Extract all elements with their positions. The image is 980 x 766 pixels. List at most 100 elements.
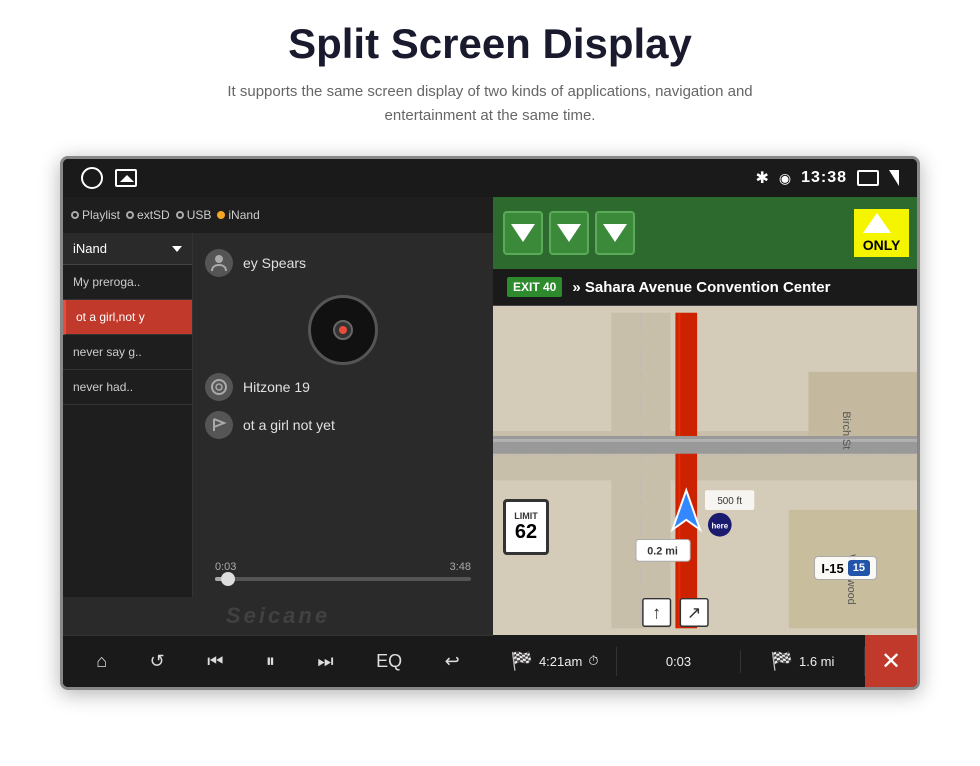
artist-row: ey Spears [205,249,481,277]
map-area: Birch St Westwood here 0.2 mi 500 ft [493,306,917,635]
album-icon [205,373,233,401]
map-svg: Birch St Westwood here 0.2 mi 500 ft [493,306,917,635]
track-row: ot a girl not yet [205,411,481,439]
status-time: 13:38 [801,169,847,187]
nav-arrows [493,197,645,269]
back-button[interactable]: ↩ [435,645,470,678]
page-title: Split Screen Display [288,20,692,68]
source-selector-label: iNand [73,241,107,256]
tab-extsd[interactable]: extSD [126,208,170,222]
nav-bottom-bar: 🏁 4:21am ⏱ 0:03 🏁 1.6 mi ✕ [493,635,917,687]
playlist-item-3[interactable]: never had.. [63,370,192,405]
image-icon [115,169,137,187]
now-playing: ey Spears [193,233,493,597]
split-area: Playlist extSD USB iNand [63,197,917,687]
tab-label-inand: iNand [228,208,259,222]
nav-arrow-1 [503,211,543,255]
source-tabs: Playlist extSD USB iNand [63,197,493,233]
album-art-dot [339,326,347,334]
progress-bar[interactable] [215,577,471,581]
album-row: Hitzone 19 [205,373,481,401]
nav-top-sign: ONLY [493,197,917,269]
artist-icon [205,249,233,277]
tab-label-usb: USB [187,208,212,222]
highway-shield: 15 [848,560,870,576]
speed-limit-label: LIMIT [514,511,538,521]
location-icon: ◉ [779,170,791,187]
page-subtitle: It supports the same screen display of t… [220,80,760,128]
next-button[interactable]: ⏭ [307,645,343,678]
tab-inand[interactable]: iNand [217,208,259,222]
arrow-down-icon-2 [557,224,581,242]
clock-icon: ⏱ [588,653,598,669]
device-frame: ✱ ◉ 13:38 Playlist extSD [60,156,920,690]
album-art [308,295,378,365]
status-left [81,167,137,189]
svg-text:↗: ↗ [687,602,702,622]
album-art-inner [333,320,353,340]
chevron-down-icon [172,246,182,252]
svg-text:0.2 mi: 0.2 mi [647,545,678,557]
birch-st-label: Birch St [840,411,852,449]
repeat-button[interactable]: ↺ [140,645,175,678]
play-pause-button[interactable]: ⏸ [256,645,285,678]
music-content: iNand My preroga.. ot a girl,not y never… [63,233,493,597]
speed-number: 62 [515,521,537,544]
only-arrow-icon [863,213,891,233]
prev-button[interactable]: ⏮ [197,645,233,678]
tab-dot-playlist [71,211,79,219]
highway-text: I-15 [821,561,843,576]
flag-icon-2: 🏁 [771,651,793,672]
artist-name: ey Spears [243,255,306,271]
tab-label-playlist: Playlist [82,208,120,222]
highway-badge: I-15 15 [814,556,877,580]
album-name: Hitzone 19 [243,379,310,395]
svg-text:500 ft: 500 ft [717,496,742,507]
svg-text:here: here [711,522,728,531]
exit-text: » Sahara Avenue Convention Center [572,279,830,296]
music-panel: Playlist extSD USB iNand [63,197,493,687]
only-box: ONLY [854,209,909,257]
nav-eta: 🏁 4:21am ⏱ [493,647,617,676]
circle-icon [81,167,103,189]
close-button[interactable]: ✕ [865,635,917,687]
nav-exit-banner: EXIT 40 » Sahara Avenue Convention Cente… [493,269,917,306]
nav-arrow-3 [595,211,635,255]
status-right: ✱ ◉ 13:38 [755,168,899,188]
arrow-down-icon-3 [603,224,627,242]
progress-total: 3:48 [450,561,471,573]
status-bar: ✱ ◉ 13:38 [63,159,917,197]
nav-elapsed: 0:03 [617,650,741,673]
back-icon [889,170,899,186]
tab-dot-inand [217,211,225,219]
svg-text:↑: ↑ [652,602,661,622]
progress-times: 0:03 3:48 [215,561,471,573]
nav-remaining-value: 1.6 mi [799,654,834,669]
tab-playlist[interactable]: Playlist [71,208,120,222]
track-icon [205,411,233,439]
tab-dot-extsd [126,211,134,219]
tab-dot-usb [176,211,184,219]
playlist-item-0[interactable]: My preroga.. [63,265,192,300]
screen-icon [857,170,879,186]
nav-eta-value: 4:21am [539,654,582,669]
exit-badge: EXIT 40 [507,277,562,297]
controls-bar: ⌂ ↺ ⏮ ⏸ ⏭ EQ ↩ [63,635,493,687]
playlist-item-1[interactable]: ot a girl,not y [63,300,192,335]
bluetooth-icon: ✱ [755,168,768,188]
tab-usb[interactable]: USB [176,208,212,222]
tab-label-extsd: extSD [137,208,170,222]
playlist-item-2[interactable]: never say g.. [63,335,192,370]
progress-thumb [221,572,235,586]
nav-panel: ONLY EXIT 40 » Sahara Avenue Convention … [493,197,917,687]
playlist-sidebar: iNand My preroga.. ot a girl,not y never… [63,233,193,597]
eq-button[interactable]: EQ [366,645,412,678]
nav-remaining: 🏁 1.6 mi [741,647,865,676]
nav-elapsed-value: 0:03 [666,654,691,669]
source-selector[interactable]: iNand [63,233,192,265]
speed-sign: LIMIT 62 [503,499,549,555]
only-label: ONLY [863,237,901,253]
progress-area: 0:03 3:48 [205,553,481,589]
track-name: ot a girl not yet [243,417,335,433]
home-button[interactable]: ⌂ [86,645,117,678]
